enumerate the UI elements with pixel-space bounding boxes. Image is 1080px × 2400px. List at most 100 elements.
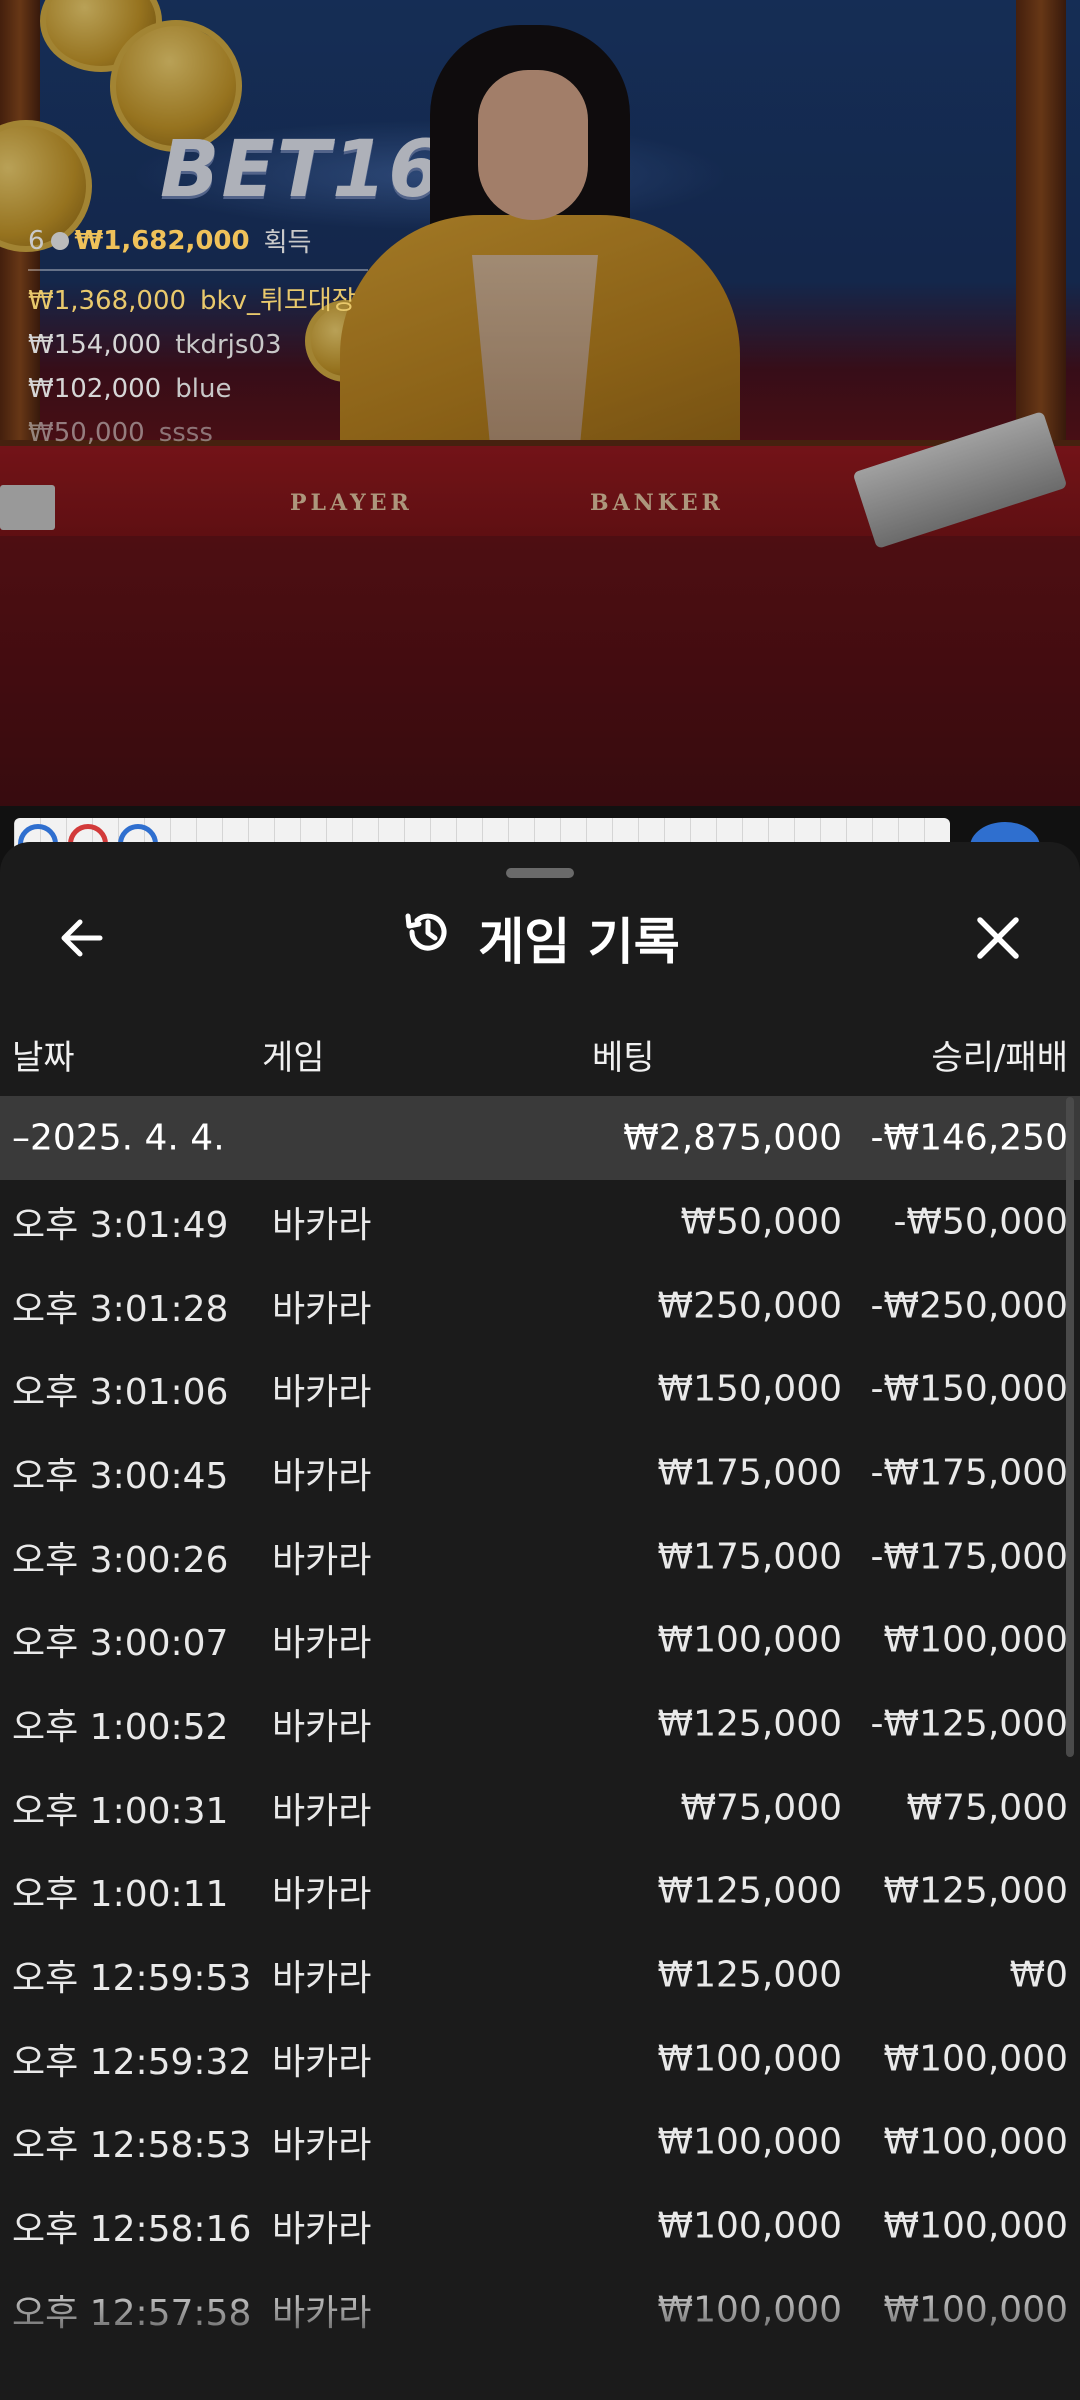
row-time: 오후 12:58:16: [12, 2209, 252, 2251]
row-result: ₩125,000: [883, 1870, 1068, 1912]
row-result: ₩100,000: [883, 2205, 1068, 2247]
row-bet: ₩100,000: [657, 2289, 842, 2331]
row-result: ₩100,000: [883, 2038, 1068, 2080]
row-game: 바카라: [272, 1372, 372, 1414]
winner-name: tkdrjs03: [175, 330, 282, 360]
sheet-title: 게임 기록: [478, 913, 680, 971]
row-game: 바카라: [272, 2209, 372, 2251]
history-row[interactable]: 오후 3:01:06 바카라 ₩150,000 -₩150,000: [0, 1347, 1080, 1431]
history-row[interactable]: 오후 12:59:53 바카라 ₩125,000 ₩0: [0, 1933, 1080, 2017]
history-list[interactable]: –2025. 4. 4. ₩2,875,000 -₩146,250 오후 3:0…: [0, 1096, 1080, 2352]
winners-total: ₩1,682,000: [74, 225, 250, 256]
row-time: 오후 3:00:26: [12, 1539, 229, 1581]
row-game: 바카라: [272, 2292, 372, 2334]
row-result: -₩175,000: [870, 1452, 1068, 1494]
row-bet: ₩100,000: [657, 2121, 842, 2163]
winner-name: bkv_튀모대장: [200, 286, 356, 316]
column-result: 승리/패배: [931, 1038, 1068, 1078]
row-time: 오후 12:59:32: [12, 2041, 252, 2083]
row-game: 바카라: [272, 1706, 372, 1748]
winner-amount: ₩102,000: [28, 374, 162, 404]
row-time: 오후 12:58:53: [12, 2125, 252, 2167]
live-video-stream: BET16 PLAYER BANKER 6 ₩1,682,000 획득 ₩1,3…: [0, 0, 1080, 806]
row-bet: ₩250,000: [657, 1285, 842, 1327]
row-result: ₩75,000: [906, 1787, 1068, 1829]
row-game: 바카라: [272, 1958, 372, 2000]
row-bet: ₩125,000: [657, 1954, 842, 1996]
row-game: 바카라: [272, 1874, 372, 1916]
row-time: 오후 3:01:49: [12, 1204, 229, 1246]
row-time: 오후 1:00:11: [12, 1874, 229, 1916]
row-bet: ₩175,000: [657, 1536, 842, 1578]
date-group-row[interactable]: –2025. 4. 4. ₩2,875,000 -₩146,250: [0, 1096, 1080, 1180]
row-time: 오후 3:00:07: [12, 1623, 229, 1665]
row-result: -₩250,000: [870, 1285, 1068, 1327]
row-time: 오후 1:00:31: [12, 1790, 229, 1832]
history-row[interactable]: 오후 12:58:53 바카라 ₩100,000 ₩100,000: [0, 2101, 1080, 2185]
winner-row: ₩50,000 ssss: [28, 411, 368, 455]
row-time: 오후 12:59:53: [12, 1958, 252, 2000]
row-time: 오후 3:01:06: [12, 1372, 229, 1414]
history-row[interactable]: 오후 3:00:26 바카라 ₩175,000 -₩175,000: [0, 1515, 1080, 1599]
row-bet: ₩175,000: [657, 1452, 842, 1494]
history-row[interactable]: 오후 3:00:07 바카라 ₩100,000 ₩100,000: [0, 1598, 1080, 1682]
winner-amount: ₩154,000: [28, 330, 162, 360]
row-time: 오후 3:00:45: [12, 1455, 229, 1497]
row-bet: ₩50,000: [680, 1201, 842, 1243]
row-result: -₩125,000: [870, 1703, 1068, 1745]
winner-row: ₩102,000 blue: [28, 367, 368, 411]
sheet-drag-handle[interactable]: [506, 868, 574, 878]
row-result: -₩50,000: [893, 1201, 1068, 1243]
history-row[interactable]: 오후 3:00:45 바카라 ₩175,000 -₩175,000: [0, 1431, 1080, 1515]
row-bet: ₩150,000: [657, 1368, 842, 1410]
column-bet: 베팅: [592, 1038, 655, 1078]
row-bet: ₩125,000: [657, 1703, 842, 1745]
row-result: ₩0: [1009, 1954, 1069, 1996]
group-result-total: -₩146,250: [870, 1117, 1068, 1159]
row-time: 오후 12:57:58: [12, 2292, 252, 2334]
list-scrollbar[interactable]: [1066, 1097, 1074, 1757]
row-bet: ₩75,000: [680, 1787, 842, 1829]
sheet-header: 게임 기록: [0, 902, 1080, 974]
row-bet: ₩100,000: [657, 2205, 842, 2247]
history-row[interactable]: 오후 1:00:31 바카라 ₩75,000 ₩75,000: [0, 1766, 1080, 1850]
row-bet: ₩100,000: [657, 1619, 842, 1661]
history-row[interactable]: 오후 1:00:52 바카라 ₩125,000 -₩125,000: [0, 1682, 1080, 1766]
row-game: 바카라: [272, 1790, 372, 1832]
winners-count: 6: [28, 225, 45, 256]
winner-name: ssss: [158, 418, 213, 448]
winners-suffix: 획득: [263, 228, 312, 258]
row-time: 오후 1:00:52: [12, 1706, 229, 1748]
row-game: 바카라: [272, 1455, 372, 1497]
winner-name: blue: [175, 374, 232, 404]
row-result: -₩150,000: [870, 1368, 1068, 1410]
winner-row: ₩1,368,000 bkv_튀모대장: [28, 279, 368, 323]
close-icon[interactable]: [970, 910, 1026, 966]
row-result: ₩100,000: [883, 1619, 1068, 1661]
winner-amount: ₩50,000: [28, 418, 145, 448]
history-row[interactable]: 오후 12:57:58 바카라 ₩100,000 ₩100,000: [0, 2268, 1080, 2352]
person-icon: [50, 231, 69, 250]
column-headers: 날짜 게임 베팅 승리/패배: [0, 1030, 1080, 1080]
column-game: 게임: [262, 1038, 325, 1078]
row-game: 바카라: [272, 2041, 372, 2083]
group-bet-total: ₩2,875,000: [623, 1117, 842, 1159]
history-row[interactable]: 오후 1:00:11 바카라 ₩125,000 ₩125,000: [0, 1850, 1080, 1934]
row-bet: ₩100,000: [657, 2038, 842, 2080]
history-row[interactable]: 오후 3:01:28 바카라 ₩250,000 -₩250,000: [0, 1264, 1080, 1348]
winner-row: ₩154,000 tkdrjs03: [28, 323, 368, 367]
history-icon: [400, 904, 456, 972]
history-row[interactable]: 오후 3:01:49 바카라 ₩50,000 -₩50,000: [0, 1180, 1080, 1264]
row-time: 오후 3:01:28: [12, 1288, 229, 1330]
game-history-sheet: 게임 기록 날짜 게임 베팅 승리/패배 –2025. 4. 4. ₩2,875…: [0, 842, 1080, 2400]
row-result: -₩175,000: [870, 1536, 1068, 1578]
winners-summary: 6 ₩1,682,000 획득: [28, 222, 368, 259]
history-row[interactable]: 오후 12:58:16 바카라 ₩100,000 ₩100,000: [0, 2184, 1080, 2268]
row-game: 바카라: [272, 1623, 372, 1665]
history-row[interactable]: 오후 12:59:32 바카라 ₩100,000 ₩100,000: [0, 2017, 1080, 2101]
row-game: 바카라: [272, 2125, 372, 2167]
row-bet: ₩125,000: [657, 1870, 842, 1912]
winners-divider: [28, 269, 368, 271]
column-date: 날짜: [12, 1038, 75, 1078]
row-result: ₩100,000: [883, 2289, 1068, 2331]
